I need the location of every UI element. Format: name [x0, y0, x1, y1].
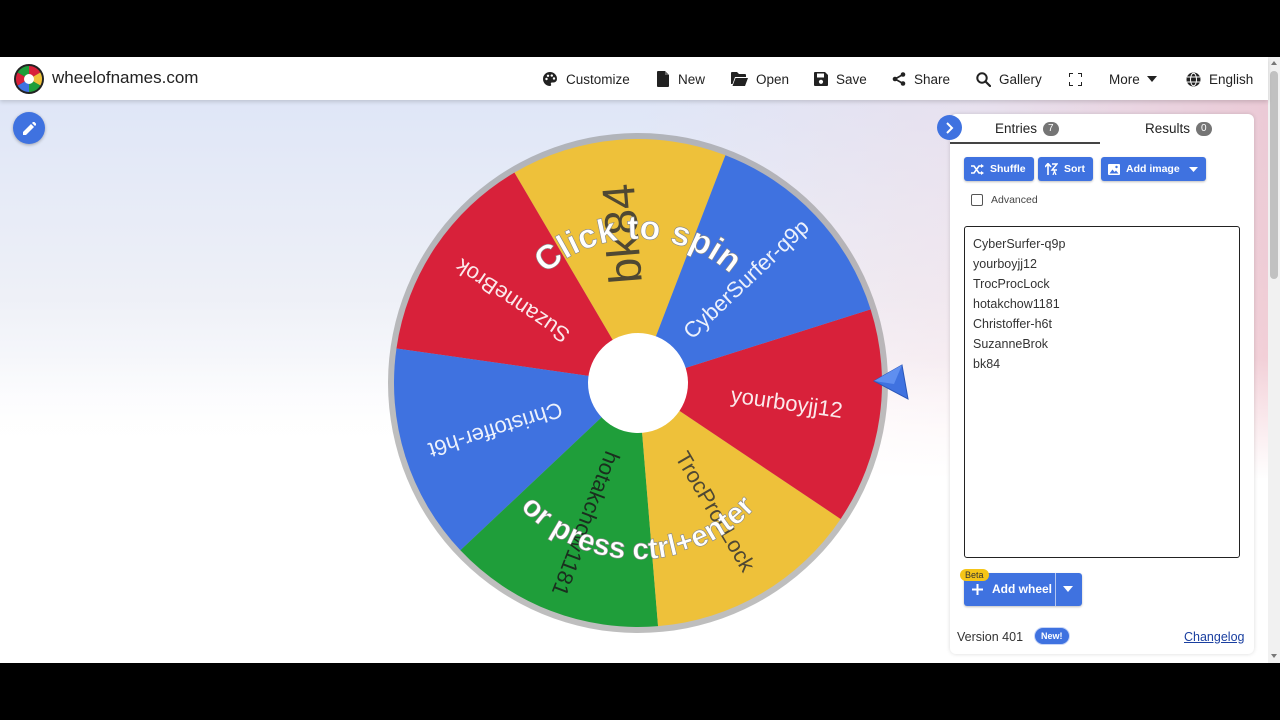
- fullscreen-button[interactable]: [1069, 69, 1090, 89]
- tab-results-label: Results: [1145, 121, 1191, 136]
- sort-button[interactable]: Sort: [1038, 157, 1093, 181]
- scroll-up-arrow-icon[interactable]: [1271, 61, 1277, 65]
- tab-entries-label: Entries: [995, 121, 1038, 136]
- save-icon: [814, 72, 828, 86]
- entries-textarea[interactable]: CyberSurfer-q9p yourboyjj12 TrocProcLock ho…: [964, 226, 1240, 558]
- share-icon: [892, 72, 906, 86]
- entry-line: TrocProcLock: [973, 277, 1050, 291]
- scroll-down-arrow-icon[interactable]: [1271, 654, 1277, 658]
- more-label: More: [1109, 71, 1140, 87]
- entries-panel: Entries 7 Results 0 Shuffle Sort Add ima…: [950, 114, 1254, 654]
- chevron-down-icon[interactable]: [1063, 586, 1073, 592]
- entry-line: CyberSurfer-q9p: [973, 237, 1066, 251]
- site-name[interactable]: wheelofnames.com: [52, 68, 198, 88]
- entry-line: hotakchow1181: [973, 297, 1060, 311]
- chevron-down-icon: [1188, 166, 1198, 172]
- more-menu-button[interactable]: More: [1109, 69, 1165, 89]
- palette-icon: [543, 72, 557, 86]
- new-file-icon: [657, 71, 669, 87]
- tab-entries[interactable]: Entries 7: [995, 121, 1059, 136]
- active-tab-indicator: [950, 142, 1100, 144]
- open-label: Open: [756, 71, 790, 87]
- fullscreen-icon: [1069, 72, 1082, 86]
- new-button[interactable]: New: [657, 69, 705, 89]
- add-wheel-main[interactable]: Add wheel: [972, 582, 1052, 596]
- add-image-label: Add image: [1126, 163, 1180, 175]
- sort-icon: [1045, 163, 1058, 175]
- video-letterbox-bottom: [0, 663, 1280, 720]
- chevron-right-icon: [945, 121, 953, 134]
- chevron-down-icon: [1146, 76, 1157, 82]
- entries-count-badge: 7: [1043, 121, 1059, 136]
- edit-wheel-button[interactable]: [13, 112, 45, 144]
- version-text: Version 401: [957, 630, 1024, 644]
- entry-line: bk84: [973, 357, 1001, 371]
- shuffle-button[interactable]: Shuffle: [964, 157, 1034, 181]
- share-label: Share: [914, 71, 951, 87]
- language-button[interactable]: English: [1186, 69, 1253, 89]
- search-icon: [976, 71, 991, 87]
- shuffle-label: Shuffle: [990, 163, 1026, 175]
- site-logo-icon[interactable]: [13, 63, 45, 95]
- app-window: wheelofnames.com Customize New Open Save…: [0, 57, 1280, 663]
- beta-badge: Beta: [960, 569, 989, 581]
- scrollbar-thumb[interactable]: [1270, 71, 1278, 279]
- wheel[interactable]: bk84SuzanneBrokChristoffer-h6thotakchow1…: [388, 133, 888, 633]
- customize-label: Customize: [566, 71, 630, 87]
- save-button[interactable]: Save: [814, 69, 867, 89]
- globe-icon: [1186, 72, 1201, 86]
- plus-icon: [972, 583, 983, 595]
- save-label: Save: [836, 71, 867, 87]
- add-wheel-divider: [1055, 573, 1056, 606]
- gallery-label: Gallery: [999, 71, 1042, 87]
- customize-button[interactable]: Customize: [542, 69, 630, 89]
- collapse-panel-button[interactable]: [937, 115, 962, 140]
- sort-label: Sort: [1064, 163, 1085, 175]
- video-letterbox-top: [0, 0, 1280, 57]
- entry-line: yourboyjj12: [973, 257, 1037, 271]
- changelog-link[interactable]: Changelog: [1184, 630, 1244, 644]
- language-label: English: [1209, 71, 1254, 87]
- pencil-icon: [22, 121, 36, 135]
- share-button[interactable]: Share: [892, 69, 950, 89]
- entry-line: Christoffer-h6t: [973, 317, 1052, 331]
- page-scrollbar[interactable]: [1268, 57, 1280, 663]
- wheel-pointer-icon: [872, 364, 909, 400]
- gallery-button[interactable]: Gallery: [976, 69, 1042, 89]
- new-label: New: [678, 71, 706, 87]
- image-icon: [1108, 163, 1120, 175]
- shuffle-icon: [971, 163, 984, 175]
- advanced-checkbox-box[interactable]: [971, 194, 983, 206]
- open-button[interactable]: Open: [731, 69, 789, 89]
- add-wheel-label: Add wheel: [992, 582, 1053, 596]
- advanced-checkbox[interactable]: Advanced: [971, 194, 1038, 206]
- tab-results[interactable]: Results 0: [1145, 121, 1212, 136]
- add-image-button[interactable]: Add image: [1101, 157, 1206, 181]
- header-bar: wheelofnames.com Customize New Open Save…: [0, 57, 1268, 100]
- advanced-label: Advanced: [991, 194, 1038, 206]
- new-badge[interactable]: New!: [1034, 627, 1070, 645]
- wheel-center[interactable]: [588, 333, 688, 433]
- results-count-badge: 0: [1196, 121, 1212, 136]
- folder-open-icon: [731, 72, 748, 86]
- entry-line: SuzanneBrok: [973, 337, 1049, 351]
